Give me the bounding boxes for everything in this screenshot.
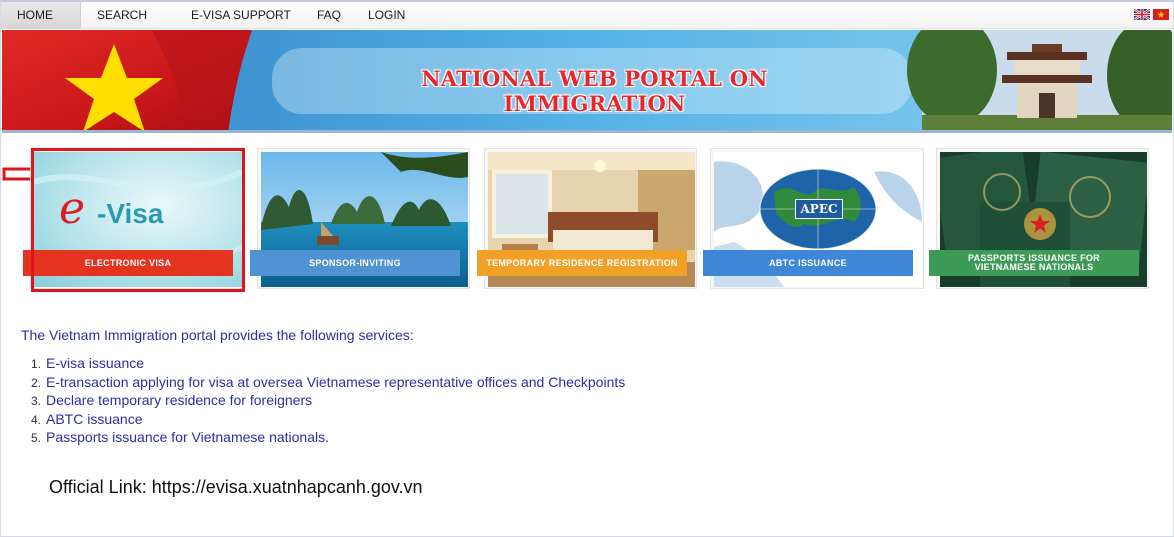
banner-title: NATIONAL WEB PORTAL ON IMMIGRATION xyxy=(421,66,768,116)
tile-label-temporary-residence: TEMPORARY RESIDENCE REGISTRATION xyxy=(477,250,687,276)
list-item: 3. Declare temporary residence for foreig… xyxy=(31,392,313,409)
list-item: 5. Passports issuance for Vietnamese nati… xyxy=(31,429,330,446)
service-passports: Passports issuance for Vietnamese nation… xyxy=(46,429,330,446)
highlight-box xyxy=(31,148,245,292)
list-item: 1. E-visa issuance xyxy=(31,355,145,371)
uk-flag-icon[interactable] xyxy=(1134,9,1150,20)
services-intro: The Vietnam Immigration portal provides … xyxy=(21,327,414,343)
nav-home[interactable]: HOME xyxy=(1,2,81,29)
service-abtc: ABTC issuance xyxy=(46,410,143,427)
tile-temporary-residence[interactable]: TEMPORARY RESIDENCE REGISTRATION xyxy=(477,148,697,289)
tile-passports-issuance[interactable]: PASSPORTS ISSUANCE FOR VIETNAMESE NATION… xyxy=(929,148,1149,289)
list-item: 2. E-transaction applying for visa at ove… xyxy=(31,373,626,390)
tile-abtc-issuance[interactable]: APEC ABTC ISSUANCE xyxy=(703,148,924,289)
nav-login[interactable]: LOGIN xyxy=(368,2,405,29)
service-e-transaction: E-transaction applying for visa at overs… xyxy=(46,373,626,390)
language-switcher xyxy=(1134,9,1169,20)
header-banner: NATIONAL WEB PORTAL ON IMMIGRATION xyxy=(2,30,1172,133)
tile-label-abtc-issuance: ABTC ISSUANCE xyxy=(703,250,913,276)
top-nav: HOME SEARCH E-VISA SUPPORT FAQ LOGIN xyxy=(1,2,1173,29)
tile-label-passports-issuance: PASSPORTS ISSUANCE FOR VIETNAMESE NATION… xyxy=(929,250,1139,276)
official-link[interactable]: Official Link: https://evisa.xuatnhapcan… xyxy=(49,477,423,498)
vietnam-flag-icon[interactable] xyxy=(1153,9,1169,20)
tile-label-sponsor-inviting: SPONSOR-INVITING xyxy=(250,250,460,276)
nav-search[interactable]: SEARCH xyxy=(97,2,147,29)
nav-evisa-support[interactable]: E-VISA SUPPORT xyxy=(191,2,291,29)
services-list: 1. E-visa issuance 2. E-transaction applyi… xyxy=(31,354,625,447)
tile-sponsor-inviting[interactable]: SPONSOR-INVITING xyxy=(250,148,470,289)
apec-logo-text: APEC xyxy=(795,199,843,219)
nav-faq[interactable]: FAQ xyxy=(317,2,341,29)
banner-divider xyxy=(2,130,1172,133)
service-temporary-residence: Declare temporary residence for foreigne… xyxy=(46,392,313,409)
list-item: 4. ABTC issuance xyxy=(31,410,143,427)
service-e-visa: E-visa issuance xyxy=(46,355,145,371)
